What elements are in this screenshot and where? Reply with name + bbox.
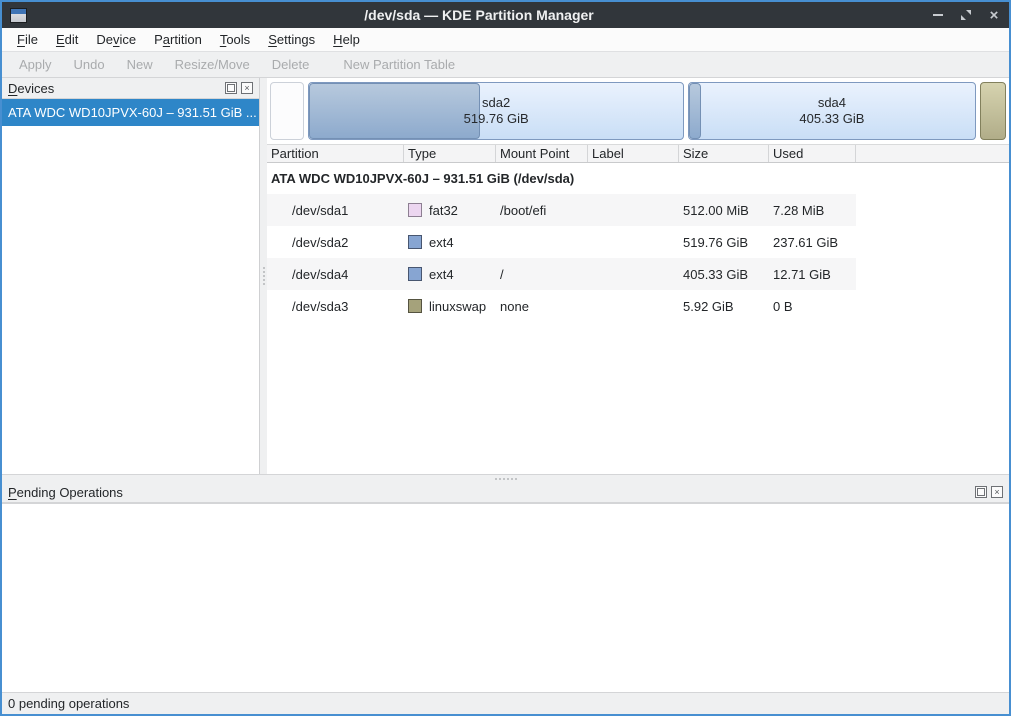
minimize-button[interactable] — [931, 8, 945, 22]
device-list-item[interactable]: ATA WDC WD10JPVX-60J – 931.51 GiB ... — [2, 99, 259, 126]
pending-float-icon[interactable] — [975, 486, 987, 498]
column-header-filler — [856, 145, 1009, 162]
toolbar-new-button[interactable]: New — [116, 55, 164, 74]
vertical-splitter[interactable] — [260, 78, 267, 474]
cell-type: fat32 — [429, 203, 458, 218]
partition-segment-sda4[interactable]: sda4405.33 GiB — [688, 82, 976, 140]
pending-operations-title: Pending Operations — [8, 485, 975, 500]
cell-partition: /dev/sda4 — [267, 267, 404, 282]
maximize-icon — [960, 9, 972, 21]
partition-segment-linuxswap[interactable] — [980, 82, 1006, 140]
filesystem-color-swatch — [408, 235, 422, 249]
menu-tools[interactable]: Tools — [211, 30, 259, 49]
segment-name: sda4 — [818, 95, 846, 111]
devices-close-icon[interactable]: × — [241, 82, 253, 94]
toolbar-resize-move-button[interactable]: Resize/Move — [164, 55, 261, 74]
column-header-used[interactable]: Used — [769, 145, 856, 162]
cell-partition: /dev/sda2 — [267, 235, 404, 250]
cell-partition: /dev/sda3 — [267, 299, 404, 314]
column-header-size[interactable]: Size — [679, 145, 769, 162]
toolbar-delete-button[interactable]: Delete — [261, 55, 321, 74]
cell-size: 5.92 GiB — [679, 299, 769, 314]
devices-float-icon[interactable] — [225, 82, 237, 94]
cell-size: 519.76 GiB — [679, 235, 769, 250]
column-header-label[interactable]: Label — [588, 145, 679, 162]
pending-operations-list — [2, 503, 1009, 692]
column-header-partition[interactable]: Partition — [267, 145, 404, 162]
menubar: FileEditDevicePartitionToolsSettingsHelp — [2, 28, 1009, 52]
filesystem-color-swatch — [408, 267, 422, 281]
table-header: PartitionTypeMount PointLabelSizeUsed — [267, 144, 1009, 163]
app-window: /dev/sda — KDE Partition Manager × FileE… — [0, 0, 1011, 716]
cell-mount-point: none — [496, 299, 588, 314]
devices-panel-title: Devices — [8, 81, 225, 96]
toolbar-undo-button[interactable]: Undo — [63, 55, 116, 74]
statusbar: 0 pending operations — [2, 692, 1009, 714]
device-list: ATA WDC WD10JPVX-60J – 931.51 GiB ... — [2, 99, 259, 474]
cell-type: ext4 — [429, 235, 454, 250]
app-icon — [10, 8, 27, 23]
cell-used: 237.61 GiB — [769, 235, 856, 250]
horizontal-splitter[interactable] — [2, 474, 1009, 482]
cell-mount-point: / — [496, 267, 588, 282]
partition-table: PartitionTypeMount PointLabelSizeUsed AT… — [267, 144, 1009, 474]
cell-type: ext4 — [429, 267, 454, 282]
table-row[interactable]: /dev/sda1 fat32/boot/efi 512.00 MiB7.28 Mi… — [267, 194, 856, 226]
cell-used: 0 B — [769, 299, 856, 314]
filesystem-color-swatch — [408, 203, 422, 217]
partition-bar: sda2519.76 GiBsda4405.33 GiB — [267, 78, 1009, 144]
used-space-fill — [309, 83, 480, 139]
main-area: Devices × ATA WDC WD10JPVX-60J – 931.51 … — [2, 78, 1009, 474]
partition-segment-sda2[interactable]: sda2519.76 GiB — [308, 82, 684, 140]
partition-segment-fat32[interactable] — [270, 82, 304, 140]
menu-help[interactable]: Help — [324, 30, 369, 49]
used-space-fill — [689, 83, 701, 139]
toolbar-apply-button[interactable]: Apply — [8, 55, 63, 74]
menu-partition[interactable]: Partition — [145, 30, 211, 49]
pending-operations-panel: Pending Operations × — [2, 482, 1009, 692]
devices-panel: Devices × ATA WDC WD10JPVX-60J – 931.51 … — [2, 78, 260, 474]
cell-size: 512.00 MiB — [679, 203, 769, 218]
cell-size: 405.33 GiB — [679, 267, 769, 282]
maximize-button[interactable] — [959, 8, 973, 22]
menu-file[interactable]: File — [8, 30, 47, 49]
window-controls: × — [931, 8, 1001, 22]
column-header-type[interactable]: Type — [404, 145, 496, 162]
cell-partition: /dev/sda1 — [267, 203, 404, 218]
devices-panel-header: Devices × — [2, 78, 259, 99]
menu-device[interactable]: Device — [87, 30, 145, 49]
column-header-mount-point[interactable]: Mount Point — [496, 145, 588, 162]
segment-name: sda2 — [482, 95, 510, 111]
menu-edit[interactable]: Edit — [47, 30, 87, 49]
close-button[interactable]: × — [987, 8, 1001, 22]
table-row[interactable]: /dev/sda3 linuxswap none 5.92 GiB0 B — [267, 290, 856, 322]
pending-operations-header: Pending Operations × — [2, 482, 1009, 503]
cell-mount-point: /boot/efi — [496, 203, 588, 218]
cell-used: 12.71 GiB — [769, 267, 856, 282]
statusbar-text: 0 pending operations — [8, 696, 129, 711]
cell-type: linuxswap — [429, 299, 486, 314]
window-title: /dev/sda — KDE Partition Manager — [27, 7, 931, 23]
segment-size: 519.76 GiB — [464, 111, 529, 127]
device-group-header[interactable]: ATA WDC WD10JPVX-60J – 931.51 GiB (/dev/… — [267, 163, 1009, 194]
filesystem-color-swatch — [408, 299, 422, 313]
table-body: /dev/sda1 fat32/boot/efi 512.00 MiB7.28 Mi… — [267, 194, 1009, 322]
segment-size: 405.33 GiB — [799, 111, 864, 127]
table-row[interactable]: /dev/sda4 ext4 / 405.33 GiB12.71 GiB — [267, 258, 856, 290]
content-panel: sda2519.76 GiBsda4405.33 GiB PartitionTy… — [267, 78, 1009, 474]
menu-settings[interactable]: Settings — [259, 30, 324, 49]
minimize-icon — [933, 14, 943, 16]
toolbar: ApplyUndoNewResize/MoveDelete New Partiti… — [2, 52, 1009, 78]
toolbar-new-partition-table-button[interactable]: New Partition Table — [332, 55, 466, 74]
titlebar: /dev/sda — KDE Partition Manager × — [2, 2, 1009, 28]
table-row[interactable]: /dev/sda2 ext4 519.76 GiB237.61 GiB — [267, 226, 856, 258]
pending-close-icon[interactable]: × — [991, 486, 1003, 498]
cell-used: 7.28 MiB — [769, 203, 856, 218]
